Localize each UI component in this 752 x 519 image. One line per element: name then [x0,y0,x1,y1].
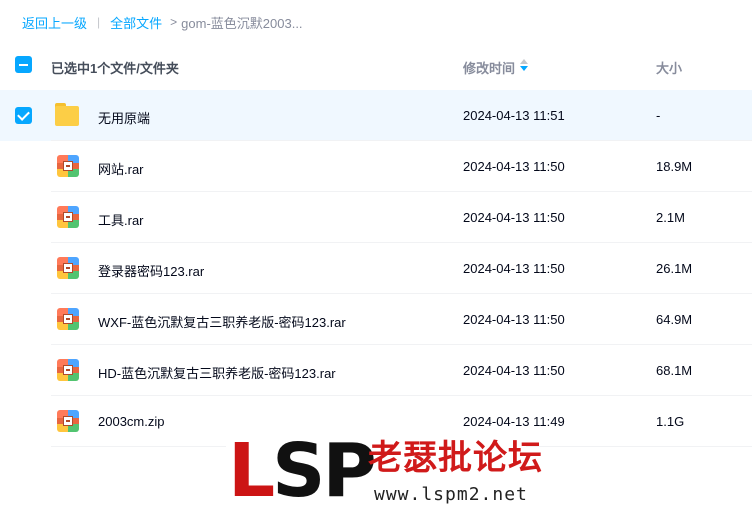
file-row[interactable]: 工具.rar 2024-04-13 11:50 2.1M [0,192,752,243]
file-modified-time: 2024-04-13 11:49 [463,414,565,429]
file-name[interactable]: 网站.rar [98,159,144,178]
archive-icon [55,306,81,332]
file-row[interactable]: 无用原端 2024-04-13 11:51 - [0,90,752,141]
watermark-title: 老瑟批论坛 [368,438,543,478]
back-link[interactable]: 返回上一级 [22,13,87,32]
file-modified-time: 2024-04-13 11:51 [463,108,565,123]
file-name[interactable]: 2003cm.zip [98,414,164,429]
archive-icon [55,357,81,383]
column-modified-time[interactable]: 修改时间 [463,58,515,77]
breadcrumb: 返回上一级 | 全部文件 > gom-蓝色沉默2003... [22,12,303,32]
archive-icon [55,153,81,179]
file-size: 18.9M [656,159,693,174]
file-size: - [656,108,661,123]
breadcrumb-current: gom-蓝色沉默2003... [181,15,303,31]
archive-icon [55,408,81,434]
sort-icon[interactable] [520,59,528,73]
file-size: 64.9M [656,312,693,327]
file-name[interactable]: HD-蓝色沉默复古三职养老版-密码123.rar [98,363,336,382]
file-name[interactable]: 无用原端 [98,108,150,127]
file-modified-time: 2024-04-13 11:50 [463,363,565,378]
watermark-logo: LSP [228,428,377,514]
folder-icon [55,102,81,128]
file-row[interactable]: WXF-蓝色沉默复古三职养老版-密码123.rar 2024-04-13 11:5… [0,294,752,345]
file-name[interactable]: 登录器密码123.rar [98,261,204,280]
archive-icon [55,204,81,230]
file-row[interactable]: 网站.rar 2024-04-13 11:50 18.9M [0,141,752,192]
breadcrumb-separator: | [97,15,101,29]
file-name[interactable]: WXF-蓝色沉默复古三职养老版-密码123.rar [98,312,346,331]
file-modified-time: 2024-04-13 11:50 [463,312,565,327]
watermark-url: www.lspm2.net [374,484,528,505]
watermark: LSP 老瑟批论坛 www.lspm2.net [226,428,542,514]
archive-icon [55,255,81,281]
all-files-link[interactable]: 全部文件 [110,13,162,32]
chevron-right-icon: > [170,15,178,29]
select-all-checkbox[interactable] [15,56,32,73]
file-size: 68.1M [656,363,693,378]
file-size: 2.1M [656,210,685,225]
file-row[interactable]: HD-蓝色沉默复古三职养老版-密码123.rar 2024-04-13 11:50… [0,345,752,396]
file-modified-time: 2024-04-13 11:50 [463,210,565,225]
file-size: 26.1M [656,261,693,276]
file-modified-time: 2024-04-13 11:50 [463,261,565,276]
file-name[interactable]: 工具.rar [98,210,144,229]
file-list-header: 已选中1个文件/文件夹 修改时间 大小 [0,40,752,90]
row-checkbox[interactable] [15,107,32,124]
column-size[interactable]: 大小 [656,58,682,77]
selection-count: 已选中1个文件/文件夹 [51,61,179,76]
file-size: 1.1G [656,414,685,429]
file-row[interactable]: 登录器密码123.rar 2024-04-13 11:50 26.1M [0,243,752,294]
file-modified-time: 2024-04-13 11:50 [463,159,565,174]
